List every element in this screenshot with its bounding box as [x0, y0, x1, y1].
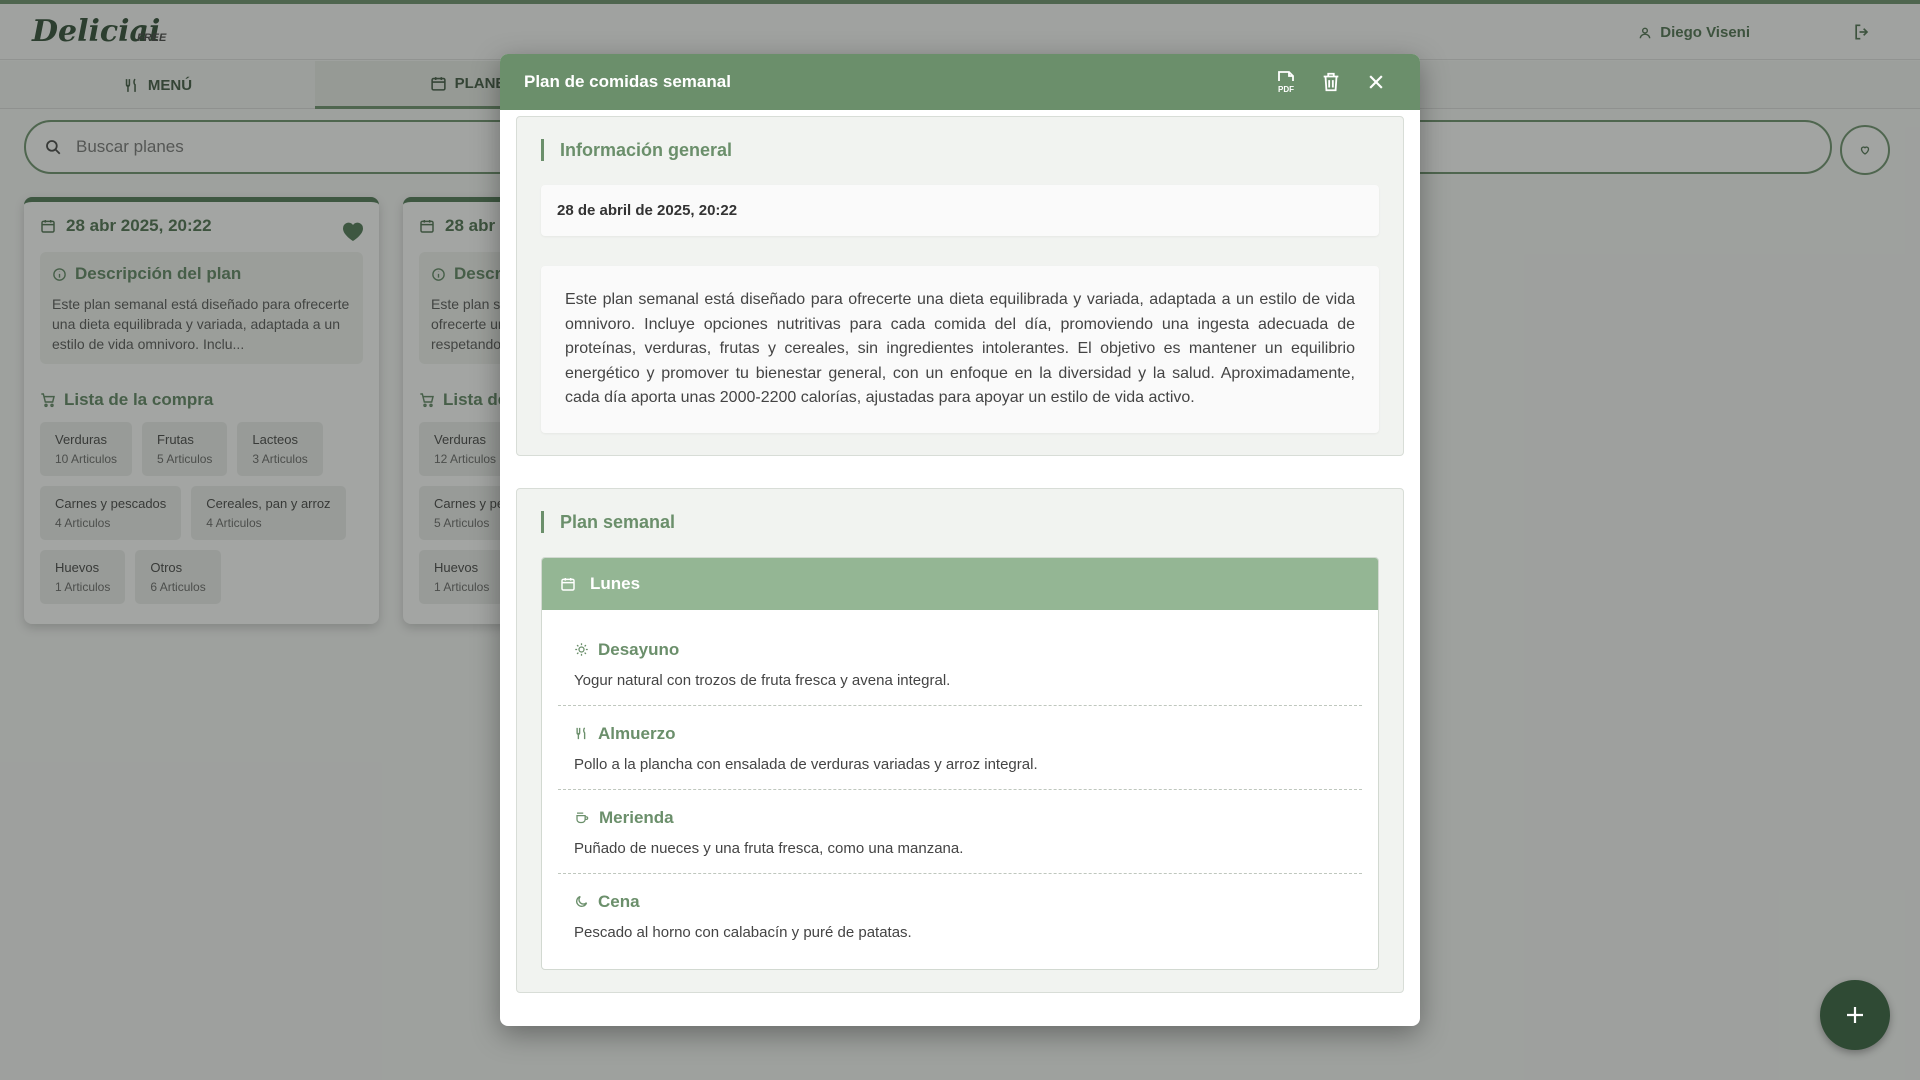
meal-title: Cena — [574, 892, 1346, 912]
day-name: Lunes — [590, 573, 641, 593]
meal-description: Puñado de nueces y una fruta fresca, com… — [574, 839, 964, 857]
trash-icon — [1323, 72, 1339, 92]
utensils-icon — [576, 727, 586, 740]
add-plan-button[interactable] — [1820, 980, 1890, 1050]
plan-description: Este plan semanal está diseñado para ofr… — [541, 266, 1379, 433]
day-header: Lunes — [542, 557, 1378, 610]
plan-date: 28 de abril de 2025, 20:22 — [541, 185, 1379, 236]
close-icon — [1369, 75, 1383, 89]
meal-description: Yogur natural con trozos de fruta fresca… — [574, 671, 951, 689]
plus-icon — [1847, 1007, 1863, 1023]
general-info-section: Información general 28 de abril de 2025,… — [516, 116, 1404, 456]
close-modal-button[interactable] — [1362, 68, 1390, 96]
meal-item: Cena Pescado al horno con calabacín y pu… — [558, 874, 1362, 957]
weekly-plan-title: Plan semanal — [541, 510, 1379, 533]
meal-name: Almuerzo — [598, 723, 676, 743]
meal-title: Desayuno — [574, 640, 1346, 660]
meal-title: Almuerzo — [574, 724, 1346, 744]
meal-title: Merienda — [574, 808, 1346, 828]
general-info-title: Información general — [541, 139, 1379, 161]
sun-icon — [575, 643, 588, 656]
delete-plan-button[interactable] — [1317, 68, 1345, 96]
meal-description: Pescado al horno con calabacín y puré de… — [574, 923, 912, 941]
export-pdf-button[interactable]: PDF — [1272, 68, 1300, 96]
modal-header: Plan de comidas semanal PDF — [500, 54, 1420, 110]
pdf-icon: PDF — [1278, 71, 1294, 94]
meal-item: Merienda Puñado de nueces y una fruta fr… — [558, 790, 1362, 874]
svg-text:PDF: PDF — [1278, 85, 1294, 94]
meal-plan-modal: Plan de comidas semanal PDF Información … — [500, 54, 1420, 1026]
modal-title: Plan de comidas semanal — [524, 72, 731, 91]
meal-name: Cena — [598, 891, 640, 911]
calendar-icon — [561, 577, 575, 591]
meal-list: Desayuno Yogur natural con trozos de fru… — [542, 610, 1378, 969]
day-card: Lunes Desayuno Yogur natural con trozos … — [541, 556, 1379, 970]
moon-icon — [576, 895, 588, 907]
weekly-plan-section: Plan semanal Lunes Desayuno Yogur natura… — [516, 487, 1404, 993]
meal-description: Pollo a la plancha con ensalada de verdu… — [574, 755, 1038, 773]
meal-item: Almuerzo Pollo a la plancha con ensalada… — [558, 706, 1362, 790]
modal-body[interactable]: Información general 28 de abril de 2025,… — [500, 110, 1420, 1026]
cup-icon — [576, 812, 589, 824]
meal-name: Merienda — [599, 807, 674, 827]
meal-item: Desayuno Yogur natural con trozos de fru… — [558, 634, 1362, 706]
meal-name: Desayuno — [598, 639, 680, 659]
